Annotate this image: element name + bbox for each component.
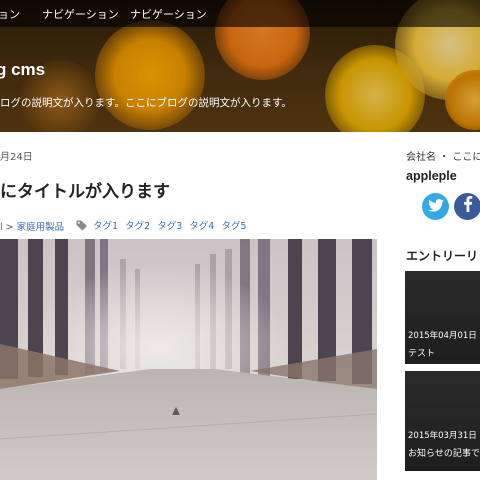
tag-list: タグ1 タグ2 タグ3 タグ4 タグ5 <box>76 218 250 234</box>
post-date: 月24日 <box>0 152 33 163</box>
breadcrumb: l > 家庭用製品 <box>0 219 64 233</box>
nav-item[interactable]: ョン <box>0 6 20 22</box>
entry-title: テスト <box>408 349 436 359</box>
tag-link[interactable]: タグ5 <box>221 221 246 232</box>
breadcrumb-category-link[interactable]: 家庭用製品 <box>17 222 65 233</box>
site-title[interactable]: g cms <box>0 60 45 80</box>
global-nav: ョン ナビゲーション ナビゲーション <box>0 0 480 27</box>
post-title[interactable]: にタイトルが入ります <box>0 177 170 202</box>
entry-date: 2015年04月01日 <box>408 331 477 341</box>
entry-card[interactable]: 2015年03月31日 お知らせの記事で <box>405 371 480 471</box>
nav-item[interactable]: ナビゲーション <box>130 6 207 22</box>
twitter-icon <box>427 197 444 216</box>
site-header: ョン ナビゲーション ナビゲーション g cms ログの説明文が入ります。ここに… <box>0 0 480 132</box>
company-info: 会社名 ・ ここに <box>406 152 480 163</box>
twitter-button[interactable] <box>422 193 449 220</box>
facebook-icon <box>463 196 473 217</box>
breadcrumb-separator: > <box>5 222 14 233</box>
entry-card[interactable]: 2015年04月01日 テスト <box>405 271 480 364</box>
entries-heading: エントリーリ <box>406 249 479 263</box>
entry-title: お知らせの記事で <box>408 449 480 459</box>
site-description: ログの説明文が入ります。ここにブログの説明文が入ります。 <box>0 97 292 109</box>
author-name: appleple <box>406 169 457 183</box>
nav-item[interactable]: ナビゲーション <box>42 6 119 22</box>
tag-link[interactable]: タグ2 <box>125 221 150 232</box>
tag-link[interactable]: タグ1 <box>93 221 118 232</box>
facebook-button[interactable] <box>454 193 480 220</box>
tag-link[interactable]: タグ4 <box>189 221 214 232</box>
entry-date: 2015年03月31日 <box>408 431 477 441</box>
post-image <box>0 239 377 480</box>
breadcrumb-home-link[interactable]: l <box>0 222 3 233</box>
tag-link[interactable]: タグ3 <box>157 221 182 232</box>
tag-icon <box>76 220 88 234</box>
